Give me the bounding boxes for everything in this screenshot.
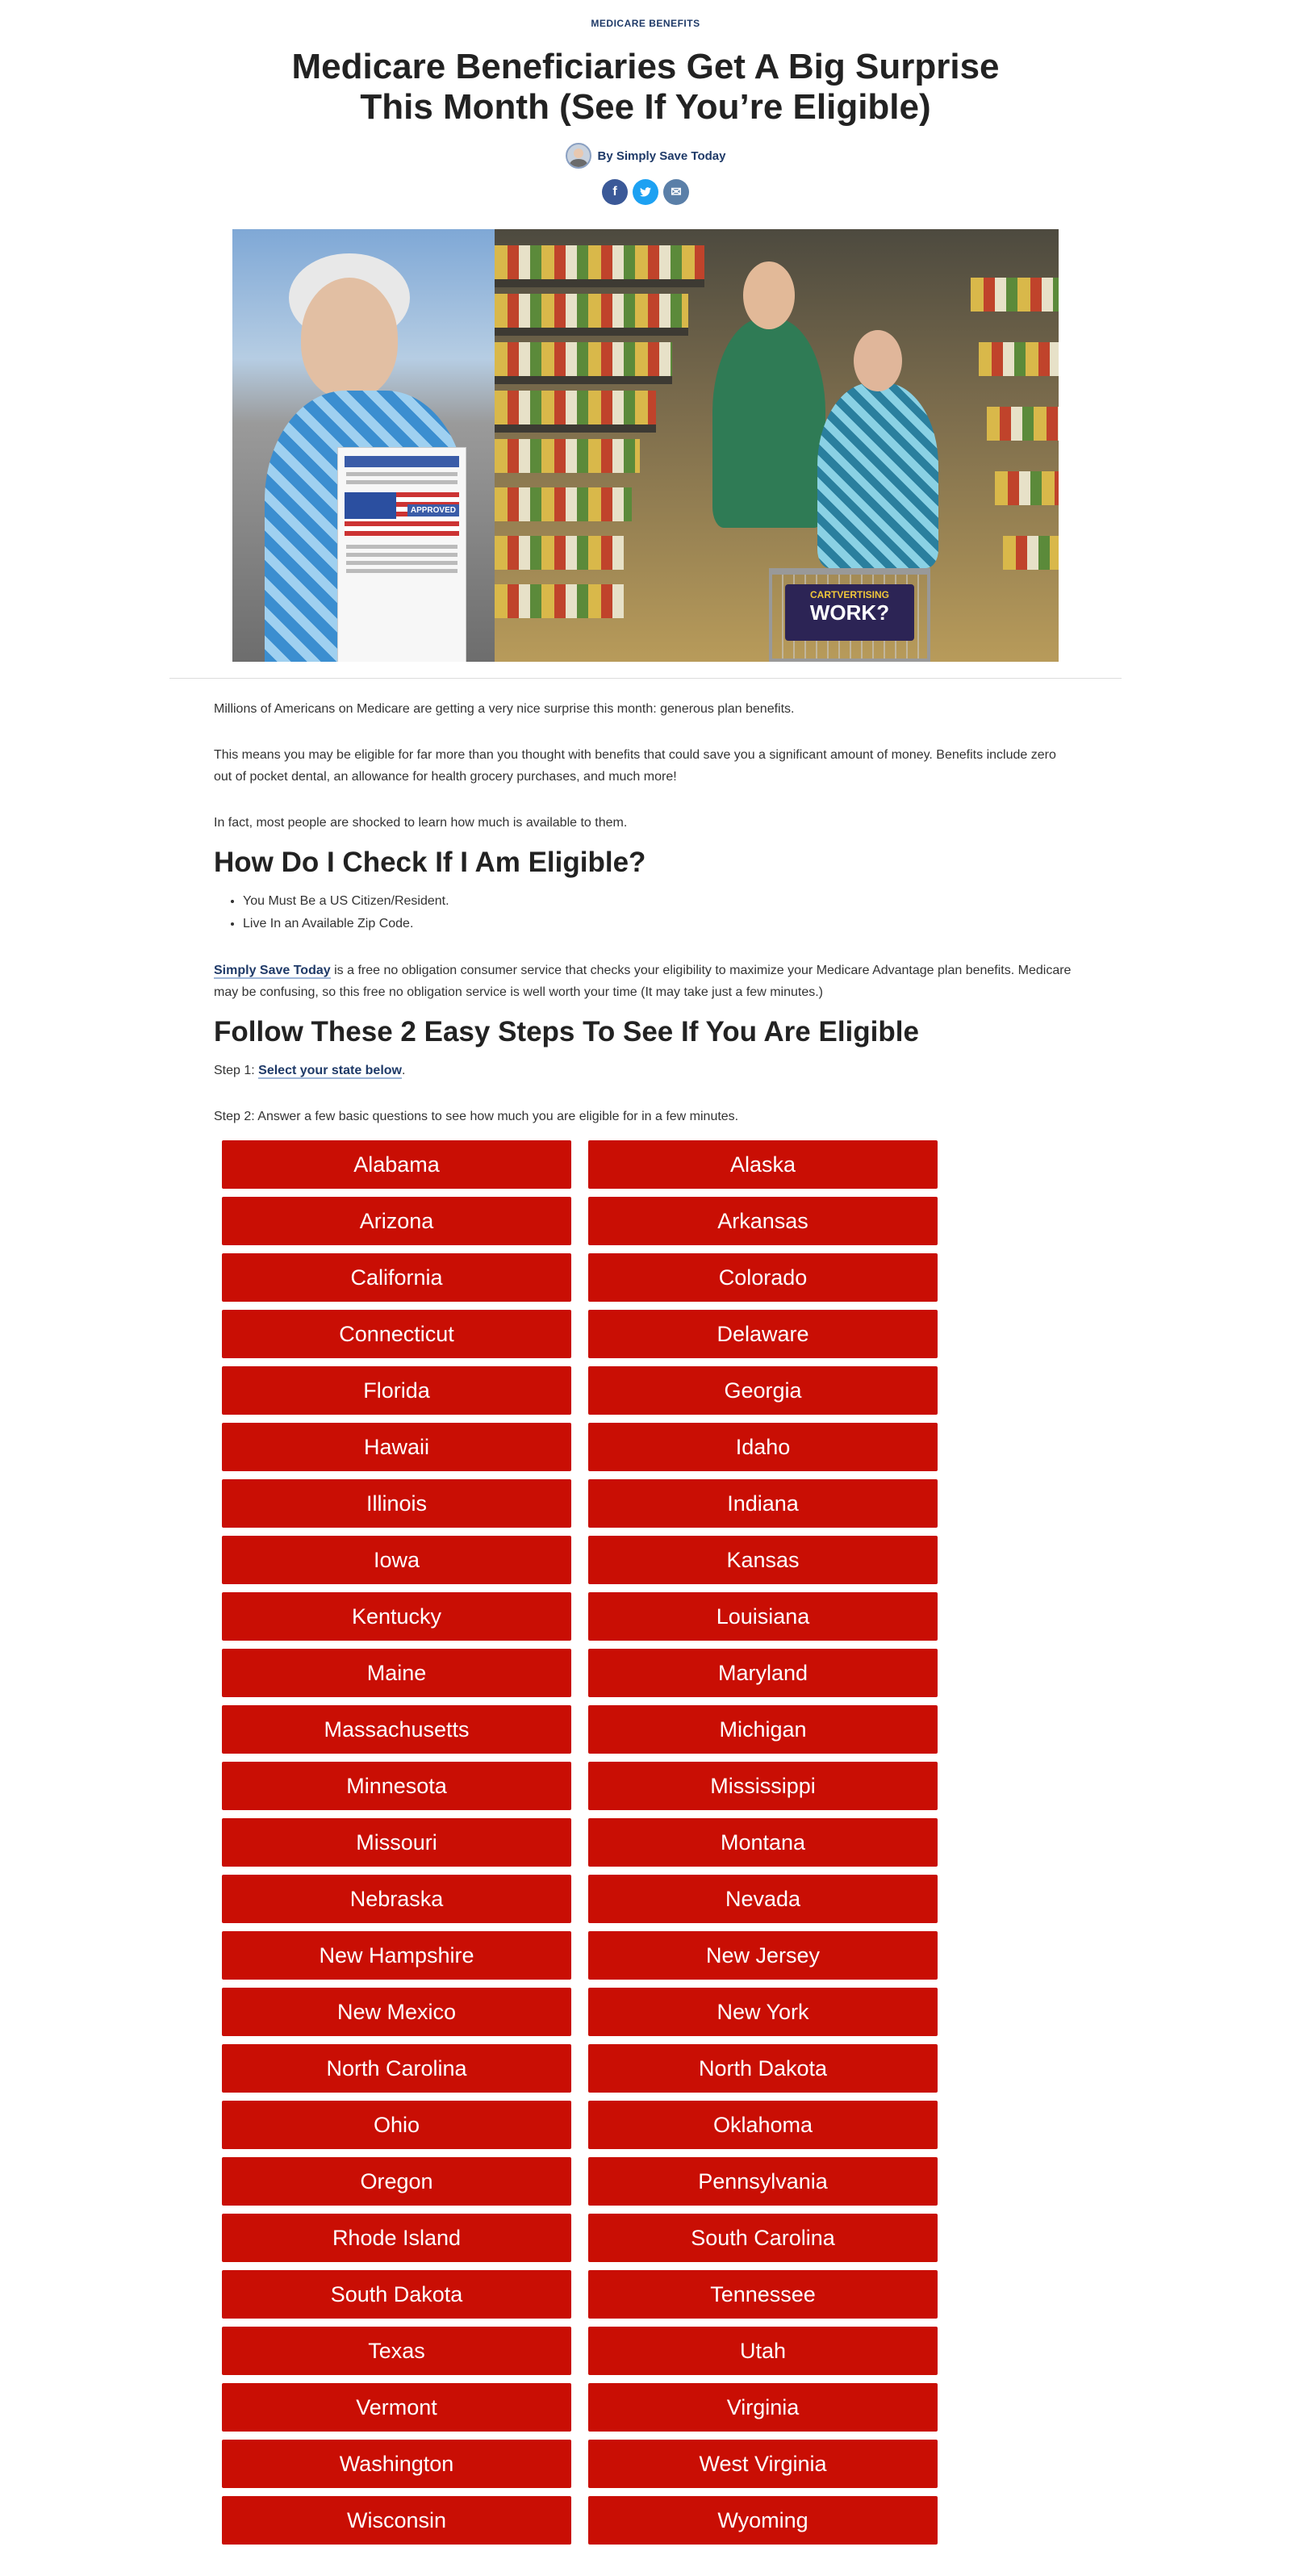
state-button[interactable]: New Hampshire (222, 1931, 571, 1980)
state-button[interactable]: Iowa (222, 1536, 571, 1584)
select-state-link[interactable]: Select your state below (258, 1064, 402, 1079)
list-item: Live In an Available Zip Code. (243, 913, 1077, 935)
state-button[interactable]: Michigan (588, 1705, 938, 1754)
state-button[interactable]: South Dakota (222, 2270, 571, 2319)
twitter-icon[interactable] (633, 179, 658, 205)
facebook-icon[interactable]: f (602, 179, 628, 205)
state-button[interactable]: Illinois (222, 1479, 571, 1528)
author-avatar (565, 143, 591, 169)
state-button[interactable]: Indiana (588, 1479, 938, 1528)
state-button[interactable]: New Jersey (588, 1931, 938, 1980)
step-1: Step 1: Select your state below. (214, 1064, 406, 1079)
state-button[interactable]: Maryland (588, 1649, 938, 1697)
list-item: You Must Be a US Citizen/Resident. (243, 890, 1077, 913)
approved-badge: APPROVED (407, 504, 459, 516)
hero-photo-woman-with-letter: APPROVED (232, 229, 495, 662)
state-selector-grid: Alabama Alaska Arizona Arkansas California Co… (214, 1140, 1077, 2545)
state-button[interactable]: Mississippi (588, 1762, 938, 1810)
state-button[interactable]: California (222, 1253, 571, 1302)
article-header: MEDICARE BENEFITS Medicare Beneficiaries… (0, 0, 1291, 205)
state-button[interactable]: Minnesota (222, 1762, 571, 1810)
state-button[interactable]: North Dakota (588, 2044, 938, 2093)
shocked-paragraph: In fact, most people are shocked to lear… (214, 816, 628, 830)
state-button[interactable]: Rhode Island (222, 2214, 571, 2262)
eligibility-heading: How Do I Check If I Am Eligible? (214, 847, 646, 878)
state-button[interactable]: Texas (222, 2327, 571, 2375)
state-button[interactable]: Arizona (222, 1197, 571, 1245)
state-button[interactable]: Washington (222, 2440, 571, 2488)
eligibility-list: You Must Be a US Citizen/Resident. Live … (243, 890, 1077, 935)
state-button[interactable]: Hawaii (222, 1423, 571, 1471)
state-button[interactable]: Nevada (588, 1875, 938, 1923)
state-button[interactable]: Pennsylvania (588, 2157, 938, 2206)
state-button[interactable]: Georgia (588, 1366, 938, 1415)
state-button[interactable]: Alaska (588, 1140, 938, 1189)
state-button[interactable]: Idaho (588, 1423, 938, 1471)
state-button[interactable]: Louisiana (588, 1592, 938, 1641)
state-button[interactable]: Utah (588, 2327, 938, 2375)
email-icon[interactable]: ✉ (663, 179, 689, 205)
state-button[interactable]: Maine (222, 1649, 571, 1697)
service-paragraph: Simply Save Today is a free no obligatio… (214, 964, 1072, 999)
state-button[interactable]: Oklahoma (588, 2101, 938, 2149)
hero-image: APPROVED CARTVERTISING WORK? (232, 229, 1059, 662)
benefits-letter: APPROVED (337, 447, 466, 662)
steps-heading: Follow These 2 Easy Steps To See If You … (214, 1016, 919, 1048)
byline: By Simply Save Today (0, 142, 1291, 169)
state-button[interactable]: Nebraska (222, 1875, 571, 1923)
state-button[interactable]: Vermont (222, 2383, 571, 2432)
hero-photo-couple-in-grocery: CARTVERTISING WORK? (495, 229, 1059, 662)
brand-link[interactable]: Simply Save Today (214, 964, 331, 979)
state-button[interactable]: Florida (222, 1366, 571, 1415)
state-button[interactable]: South Carolina (588, 2214, 938, 2262)
benefits-paragraph: This means you may be eligible for far m… (214, 748, 1056, 784)
state-button[interactable]: Montana (588, 1818, 938, 1867)
state-button[interactable]: Alabama (222, 1140, 571, 1189)
author-name[interactable]: By Simply Save Today (598, 149, 726, 163)
state-button[interactable]: Oregon (222, 2157, 571, 2206)
intro-paragraph: Millions of Americans on Medicare are ge… (214, 702, 795, 716)
state-button[interactable]: Tennessee (588, 2270, 938, 2319)
article-body: Millions of Americans on Medicare are ge… (214, 679, 1077, 2545)
cart-sign: CARTVERTISING WORK? (785, 584, 914, 641)
step-2: Step 2: Answer a few basic questions to … (214, 1110, 739, 1123)
state-button[interactable]: Missouri (222, 1818, 571, 1867)
state-button[interactable]: Kentucky (222, 1592, 571, 1641)
state-button[interactable]: Delaware (588, 1310, 938, 1358)
category-label[interactable]: MEDICARE BENEFITS (0, 18, 1291, 31)
page-title: Medicare Beneficiaries Get A Big Surpris… (291, 47, 1000, 127)
state-button[interactable]: Massachusetts (222, 1705, 571, 1754)
state-button[interactable]: Virginia (588, 2383, 938, 2432)
state-button[interactable]: Connecticut (222, 1310, 571, 1358)
state-button[interactable]: New York (588, 1988, 938, 2036)
state-button[interactable]: Wyoming (588, 2496, 938, 2545)
state-button[interactable]: West Virginia (588, 2440, 938, 2488)
state-button[interactable]: Ohio (222, 2101, 571, 2149)
social-share-bar: f ✉ (0, 179, 1291, 205)
state-button[interactable]: Arkansas (588, 1197, 938, 1245)
state-button[interactable]: Kansas (588, 1536, 938, 1584)
state-button[interactable]: Wisconsin (222, 2496, 571, 2545)
state-button[interactable]: North Carolina (222, 2044, 571, 2093)
state-button[interactable]: New Mexico (222, 1988, 571, 2036)
state-button[interactable]: Colorado (588, 1253, 938, 1302)
